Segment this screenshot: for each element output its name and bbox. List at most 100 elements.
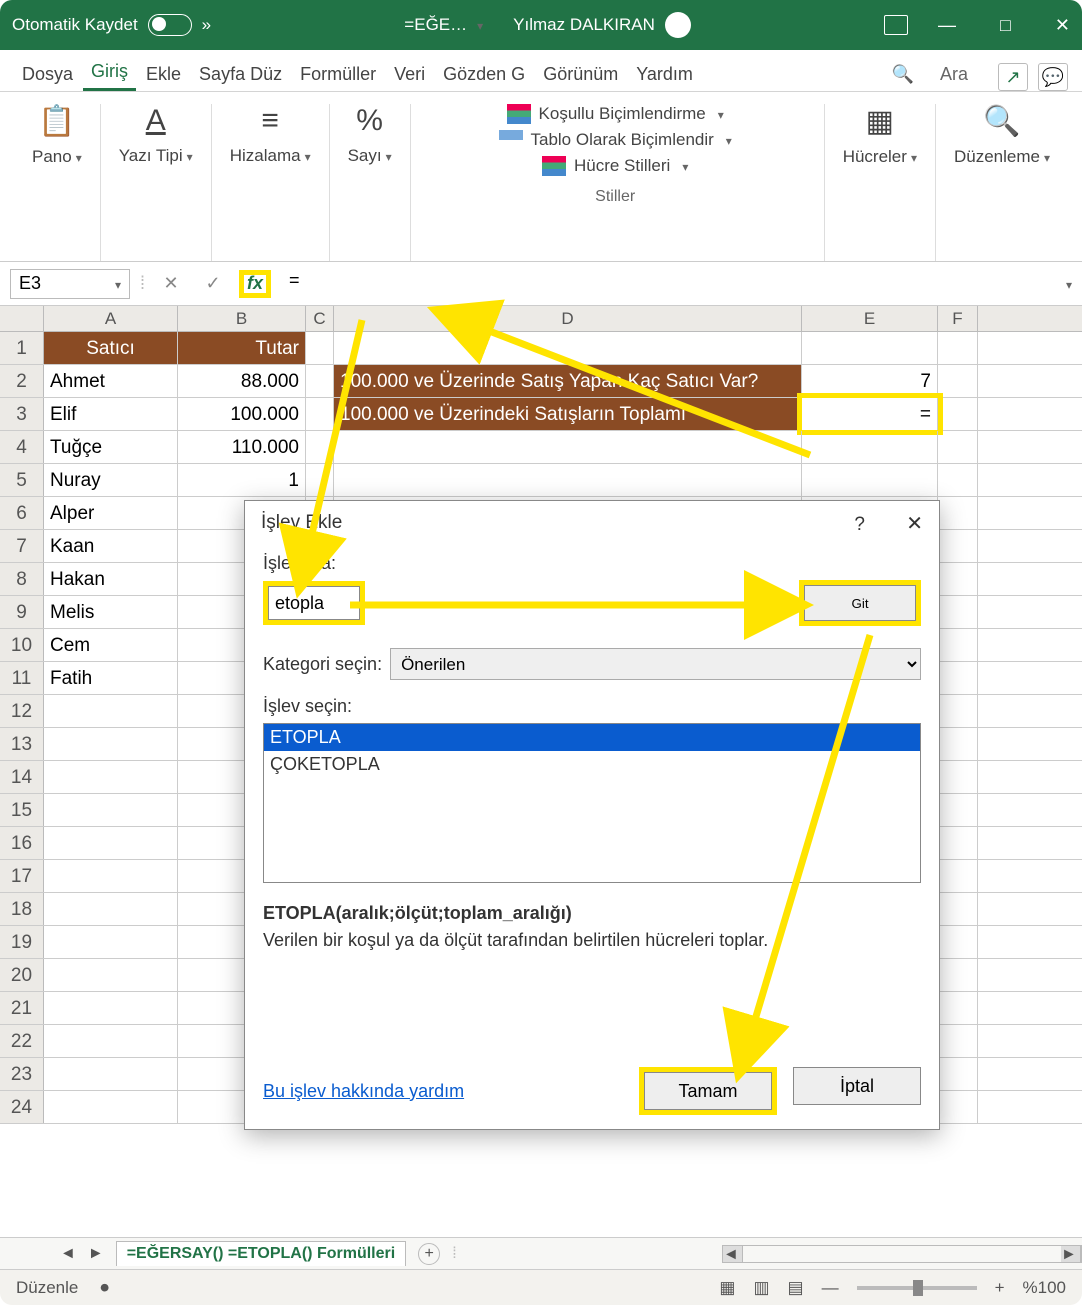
row-header[interactable]: 4 [0,431,44,463]
cell[interactable] [938,530,978,562]
row-header[interactable]: 2 [0,365,44,397]
align-icon[interactable]: ≡ [261,104,279,138]
ribbon-group-edit[interactable]: Düzenleme [954,147,1050,167]
search-label[interactable]: Ara [932,58,976,91]
cell[interactable] [938,563,978,595]
next-sheet-icon[interactable]: ► [88,1245,104,1263]
name-box-dropdown-icon[interactable] [111,273,121,294]
cell[interactable]: Fatih [44,662,178,694]
row-header[interactable]: 13 [0,728,44,760]
ok-button[interactable]: Tamam [644,1072,772,1110]
ribbon-group-cells[interactable]: Hücreler [843,147,917,167]
name-box[interactable]: E3 [10,269,130,299]
cell[interactable] [938,794,978,826]
cell[interactable]: 100.000 [178,398,306,430]
row-header[interactable]: 10 [0,629,44,661]
col-header-A[interactable]: A [44,306,178,331]
tab-file[interactable]: Dosya [14,58,81,91]
sheet-tab[interactable]: =EĞERSAY() =ETOPLA() Formülleri [116,1241,407,1266]
col-header-E[interactable]: E [802,306,938,331]
insert-function-icon[interactable]: fx [239,270,271,298]
cell[interactable] [938,992,978,1024]
cell[interactable]: Ahmet [44,365,178,397]
cell[interactable]: Nuray [44,464,178,496]
scroll-right-icon[interactable]: ► [1061,1246,1081,1262]
cell[interactable] [802,464,938,496]
cell[interactable]: Hakan [44,563,178,595]
macro-record-icon[interactable]: ⏺ [100,1278,109,1298]
cell[interactable]: = [802,398,938,430]
tab-formulas[interactable]: Formüller [292,58,384,91]
cell[interactable] [938,596,978,628]
ribbon-group-align[interactable]: Hizalama [230,146,311,166]
cell[interactable] [938,827,978,859]
cell[interactable] [44,1058,178,1090]
cell[interactable] [938,398,978,430]
formula-expand-icon[interactable] [1062,273,1072,294]
function-help-link[interactable]: Bu işlev hakkında yardım [263,1081,464,1102]
cell[interactable] [938,497,978,529]
list-item[interactable]: ÇOKETOPLA [264,751,920,778]
cell-styles-button[interactable]: Hücre Stilleri [542,156,688,176]
row-header[interactable]: 16 [0,827,44,859]
avatar[interactable] [665,12,691,38]
cell[interactable]: 88.000 [178,365,306,397]
cell[interactable] [938,860,978,892]
cell[interactable] [44,728,178,760]
function-list[interactable]: ETOPLA ÇOKETOPLA [263,723,921,883]
ribbon-group-number[interactable]: Sayı [348,146,392,166]
cell[interactable] [44,794,178,826]
cell[interactable]: Kaan [44,530,178,562]
cell[interactable]: Tutar [178,332,306,364]
cell[interactable] [44,1025,178,1057]
cell[interactable] [44,926,178,958]
cell[interactable] [334,332,802,364]
col-header-D[interactable]: D [334,306,802,331]
row-header[interactable]: 19 [0,926,44,958]
tab-home[interactable]: Giriş [83,55,136,91]
cell[interactable] [334,464,802,496]
row-header[interactable]: 21 [0,992,44,1024]
tab-help[interactable]: Yardım [628,58,701,91]
cell[interactable] [802,332,938,364]
cell[interactable] [938,728,978,760]
cell[interactable] [334,431,802,463]
cell[interactable] [938,761,978,793]
col-header-C[interactable]: C [306,306,334,331]
search-icon[interactable]: 🔍 [884,58,922,91]
cell[interactable] [938,893,978,925]
cell[interactable] [802,431,938,463]
cell[interactable]: Melis [44,596,178,628]
comments-icon[interactable]: 💬 [1038,63,1068,91]
go-button[interactable]: Git [804,585,916,621]
cell[interactable] [306,431,334,463]
new-sheet-icon[interactable]: + [418,1243,440,1265]
cell[interactable] [306,332,334,364]
row-header[interactable]: 5 [0,464,44,496]
percent-icon[interactable]: % [356,104,383,138]
dialog-help-icon[interactable]: ? [854,514,865,535]
cell[interactable] [938,431,978,463]
tab-data[interactable]: Veri [386,58,433,91]
autosave-toggle[interactable] [148,14,192,36]
share-icon[interactable]: ↗ [998,63,1028,91]
cell[interactable]: Alper [44,497,178,529]
col-header-F[interactable]: F [938,306,978,331]
ribbon-group-pano[interactable]: Pano [32,147,82,167]
row-header[interactable]: 24 [0,1091,44,1123]
zoom-in-icon[interactable]: + [995,1278,1005,1298]
tab-page[interactable]: Sayfa Düz [191,58,290,91]
cell[interactable]: 100.000 ve Üzerindeki Satışların Toplamı [334,398,802,430]
more-icon[interactable]: » [202,15,211,35]
cell[interactable] [938,695,978,727]
list-item[interactable]: ETOPLA [264,724,920,751]
cell[interactable]: Elif [44,398,178,430]
cancel-formula-icon[interactable]: ✕ [155,270,187,298]
cell[interactable] [938,464,978,496]
cell[interactable] [44,1091,178,1123]
view-break-icon[interactable]: ▤ [788,1278,804,1298]
cell[interactable]: 110.000 [178,431,306,463]
function-search-input[interactable] [268,586,360,620]
row-header[interactable]: 3 [0,398,44,430]
row-header[interactable]: 6 [0,497,44,529]
